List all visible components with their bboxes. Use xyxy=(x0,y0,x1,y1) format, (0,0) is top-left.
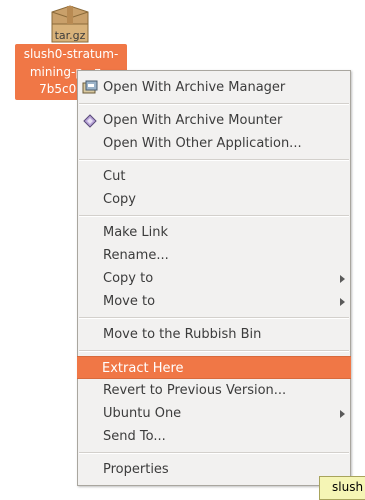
menu-item-label: Copy xyxy=(103,192,136,207)
archive-manager-icon xyxy=(82,80,98,96)
menu-item-label: Properties xyxy=(103,462,169,477)
menu-item-label: Move to xyxy=(103,294,156,309)
menu-item-open-archive-mounter[interactable]: Open With Archive Mounter xyxy=(78,109,350,132)
menu-separator xyxy=(79,350,349,352)
menu-item-label: Copy to xyxy=(103,271,154,286)
menu-item-label: Open With Other Application... xyxy=(103,136,302,151)
menu-item-label: Revert to Previous Version... xyxy=(103,383,287,398)
menu-item-label: Move to the Rubbish Bin xyxy=(103,327,262,342)
menu-item-properties[interactable]: Properties xyxy=(78,458,350,481)
menu-separator xyxy=(79,159,349,161)
menu-item-ubuntu-one[interactable]: Ubuntu One xyxy=(78,402,350,425)
menu-item-move-to[interactable]: Move to xyxy=(78,290,350,313)
menu-item-move-to-rubbish-bin[interactable]: Move to the Rubbish Bin xyxy=(78,323,350,346)
submenu-arrow-icon xyxy=(340,275,345,283)
file-type-label: tar.gz xyxy=(54,29,86,42)
archive-mounter-icon xyxy=(82,113,98,129)
tar-gz-archive-icon[interactable]: tar.gz xyxy=(46,4,94,46)
menu-item-copy[interactable]: Copy xyxy=(78,188,350,211)
menu-item-label: Extract Here xyxy=(102,361,184,376)
menu-item-label: Ubuntu One xyxy=(103,406,182,421)
tooltip: slush xyxy=(319,476,365,500)
menu-item-label: Cut xyxy=(103,169,126,184)
menu-separator xyxy=(79,103,349,105)
menu-item-open-archive-manager[interactable]: Open With Archive Manager xyxy=(78,76,350,99)
menu-item-extract-here[interactable]: Extract Here xyxy=(77,356,351,379)
menu-item-label: Rename... xyxy=(103,248,169,263)
menu-item-open-other-application[interactable]: Open With Other Application... xyxy=(78,132,350,155)
menu-item-label: Make Link xyxy=(103,225,168,240)
context-menu: Open With Archive Manager Open With Arch… xyxy=(77,70,351,486)
menu-item-revert-previous-version[interactable]: Revert to Previous Version... xyxy=(78,379,350,402)
menu-item-copy-to[interactable]: Copy to xyxy=(78,267,350,290)
menu-item-rename[interactable]: Rename... xyxy=(78,244,350,267)
menu-item-label: Open With Archive Manager xyxy=(103,80,286,95)
menu-separator xyxy=(79,317,349,319)
menu-item-make-link[interactable]: Make Link xyxy=(78,221,350,244)
file-name-line: slush0-stratum- xyxy=(23,47,119,61)
submenu-arrow-icon xyxy=(340,298,345,306)
menu-item-cut[interactable]: Cut xyxy=(78,165,350,188)
menu-item-send-to[interactable]: Send To... xyxy=(78,425,350,448)
submenu-arrow-icon xyxy=(340,410,345,418)
menu-item-label: Open With Archive Mounter xyxy=(103,113,283,128)
menu-separator xyxy=(79,215,349,217)
menu-separator xyxy=(79,452,349,454)
menu-item-label: Send To... xyxy=(103,429,166,444)
